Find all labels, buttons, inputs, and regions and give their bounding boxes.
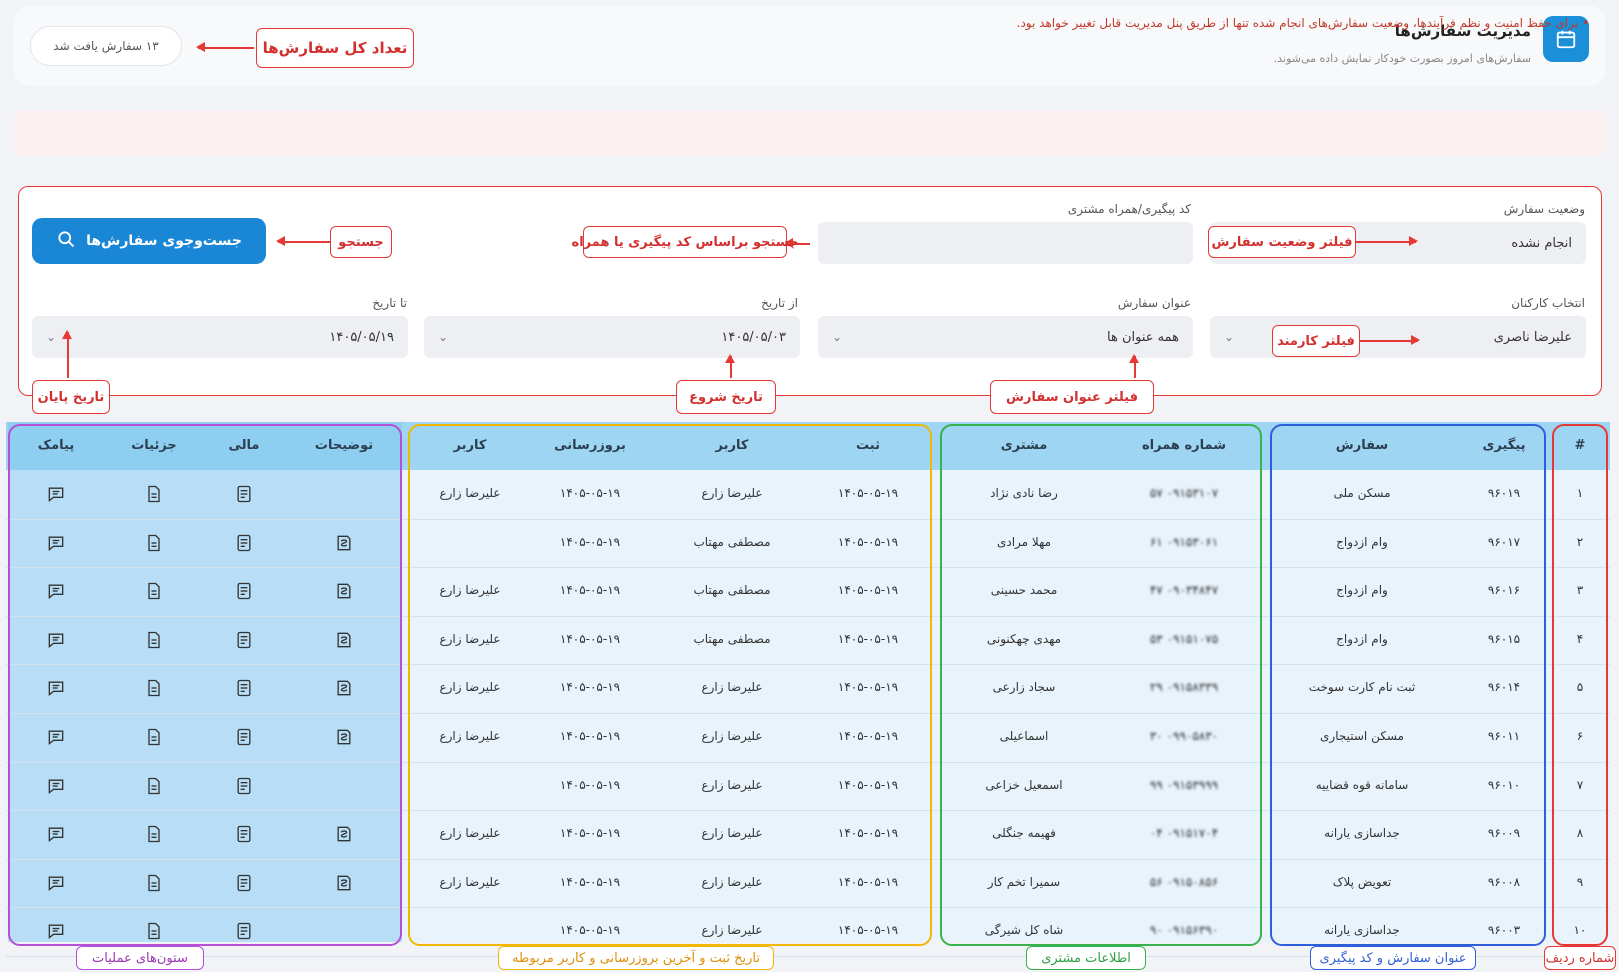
title-select[interactable]: همه عنوان ها ⌄: [818, 316, 1193, 358]
employee-label: انتخاب کارکنان: [1511, 296, 1585, 310]
chevron-down-icon: ⌄: [832, 330, 843, 344]
from-date-value: ۱۴۰۵/۰۵/۰۳: [721, 329, 786, 345]
annotation-arrow: [726, 354, 734, 378]
tracking-input[interactable]: [818, 222, 1193, 264]
label-row-number: شماره ردیف: [1544, 946, 1616, 970]
group-row-number: [1552, 424, 1608, 946]
group-operations: [8, 424, 402, 946]
chevron-down-icon: ⌄: [1224, 330, 1235, 344]
label-operations: ستون‌های عملیات: [76, 946, 204, 970]
annotation-arrow: [63, 330, 71, 378]
annotation-title-filter: فیلتر عنوان سفارش: [990, 380, 1154, 414]
group-customer-info: [940, 424, 1262, 946]
to-date-label: تا تاریخ: [372, 296, 407, 310]
annotation-status-filter: فیلتر وضعیت سفارش: [1208, 226, 1356, 258]
from-date-select[interactable]: ۱۴۰۵/۰۵/۰۳ ⌄: [424, 316, 800, 358]
tracking-label: کد پیگیری/همراه مشتری: [1067, 202, 1191, 216]
search-orders-label: جست‌وجوی سفارش‌ها: [86, 233, 242, 249]
alert-banner: [14, 110, 1606, 156]
label-order-tracking: عنوان سفارش و کد پیگیری: [1310, 946, 1476, 970]
to-date-value: ۱۴۰۵/۰۵/۱۹: [329, 329, 394, 345]
annotation-end-date: تاریخ پایان: [32, 380, 110, 414]
status-value: انجام نشده: [1511, 235, 1572, 251]
order-count-badge: ۱۳ سفارش یافت شد: [30, 26, 182, 66]
annotation-arrow: [1130, 354, 1138, 378]
label-customer-info: اطلاعات مشتری: [1026, 946, 1146, 970]
annotation-start-date: تاریخ شروع: [676, 380, 776, 414]
annotation-arrow: [1358, 336, 1420, 344]
search-orders-button[interactable]: جست‌وجوی سفارش‌ها: [32, 218, 266, 264]
status-label: وضعیت سفارش: [1503, 202, 1585, 216]
annotation-arrow: [196, 43, 254, 51]
annotation-arrow: [276, 237, 330, 245]
group-dates-users: [408, 424, 932, 946]
chevron-down-icon: ⌄: [46, 330, 57, 344]
title-value: همه عنوان ها: [1107, 329, 1179, 345]
from-date-label: از تاریخ: [761, 296, 798, 310]
annotation-arrow: [1356, 237, 1418, 245]
annotation-tracking-search: جستجو براساس کد پیگیری یا همراه: [572, 226, 798, 258]
label-dates-users: تاریخ ثبت و آخرین بروزرسانی و کاربر مربو…: [498, 946, 774, 970]
employee-select[interactable]: علیرضا ناصری ⌄: [1210, 316, 1586, 358]
title-label: عنوان سفارش: [1117, 296, 1191, 310]
search-icon: [56, 229, 76, 253]
employee-value: علیرضا ناصری: [1493, 329, 1572, 345]
group-order-tracking: [1270, 424, 1546, 946]
chevron-down-icon: ⌄: [438, 330, 449, 344]
annotation-total-orders: تعداد کل سفارش‌ها: [256, 28, 414, 68]
to-date-select[interactable]: ۱۴۰۵/۰۵/۱۹ ⌄: [32, 316, 408, 358]
annotation-employee-filter: فیلتر کارمند: [1272, 325, 1360, 357]
alert-text: • برای حفظ امنیت و نظم فرآیندها، وضعیت س…: [1016, 16, 1589, 30]
annotation-search: جستجو: [330, 226, 392, 258]
page-subtitle: سفارش‌های امروز بصورت خودکار نمایش داده …: [1273, 52, 1531, 65]
